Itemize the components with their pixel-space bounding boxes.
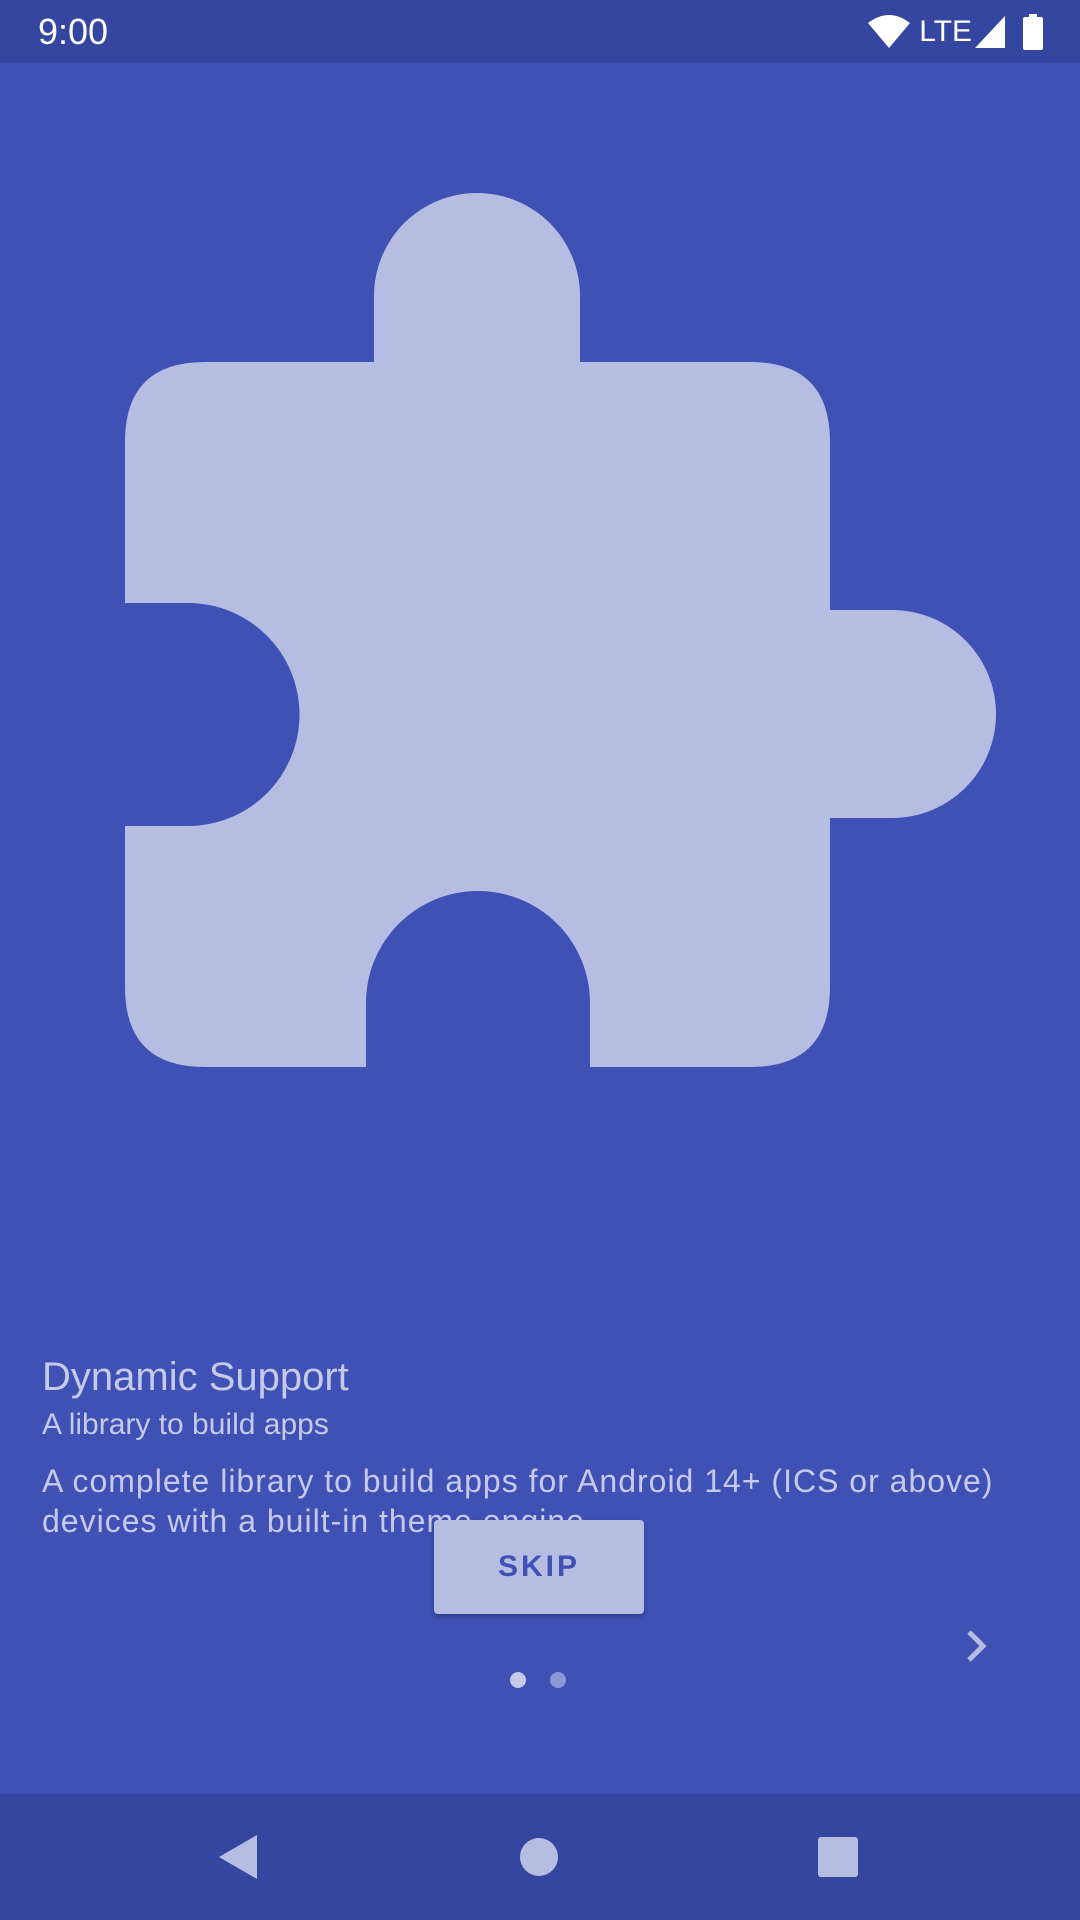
signal-icon [974, 15, 1006, 49]
back-icon [219, 1835, 257, 1879]
home-icon [520, 1838, 558, 1876]
puzzle-piece-icon [125, 193, 996, 1067]
page-indicator [510, 1672, 566, 1688]
intro-subtitle: A library to build apps [42, 1408, 329, 1441]
navigation-bar [0, 1794, 1080, 1920]
network-type-label: LTE [919, 15, 972, 48]
intro-text: Dynamic Support A library to build apps … [42, 1351, 1042, 1541]
page-dot-1[interactable] [510, 1672, 526, 1688]
battery-icon [1022, 14, 1044, 50]
skip-button[interactable]: SKIP [434, 1520, 644, 1614]
recents-button[interactable] [803, 1822, 873, 1892]
next-button[interactable] [946, 1616, 1006, 1676]
intro-title: Dynamic Support [42, 1355, 349, 1399]
wifi-icon [867, 15, 911, 49]
status-bar: 9:00 LTE [0, 0, 1080, 63]
status-time: 9:00 [38, 11, 109, 52]
chevron-right-icon [967, 1630, 987, 1662]
back-button[interactable] [203, 1822, 273, 1892]
recents-icon [818, 1837, 858, 1877]
page-dot-2[interactable] [550, 1672, 566, 1688]
status-icons: LTE [867, 12, 1044, 52]
home-button[interactable] [504, 1822, 574, 1892]
